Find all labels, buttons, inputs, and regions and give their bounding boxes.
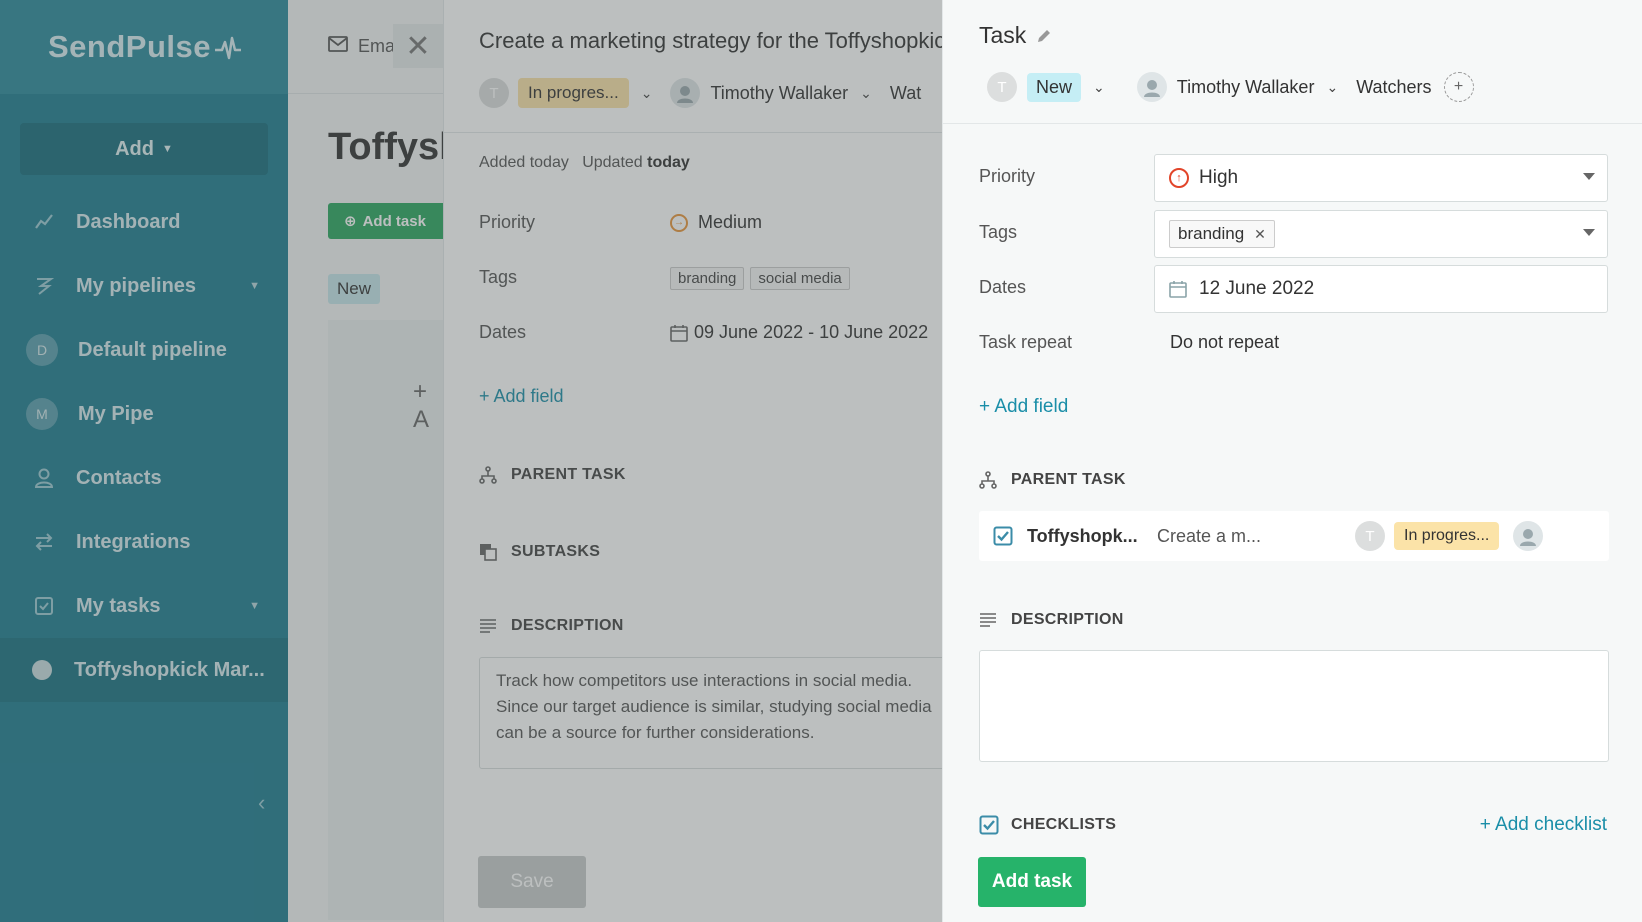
priority-high-icon: ↑ xyxy=(1169,168,1189,188)
add-checklist-link[interactable]: + Add checklist xyxy=(1480,814,1607,836)
new-task-panel: Task T New ⌄ Timothy Wallaker ⌄ Watchers… xyxy=(942,0,1642,922)
task-repeat-value[interactable]: Do not repeat xyxy=(1170,332,1279,353)
dates-label: Dates xyxy=(979,277,1027,297)
owner-name[interactable]: Timothy Wallaker xyxy=(1177,77,1315,98)
tag-chip: branding ✕ xyxy=(1169,220,1275,248)
new-task-status-row: T New ⌄ Timothy Wallaker ⌄ Watchers + xyxy=(987,72,1474,102)
add-task-button[interactable]: Add task xyxy=(978,857,1086,907)
calendar-icon xyxy=(1169,280,1187,298)
tags-select[interactable]: branding ✕ xyxy=(1154,210,1608,258)
parent-task-name: Toffyshopk... xyxy=(1027,525,1138,546)
assignee-avatar[interactable]: T xyxy=(987,72,1017,102)
add-field-link[interactable]: + Add field xyxy=(979,396,1068,418)
pencil-icon[interactable] xyxy=(1036,28,1052,44)
remove-tag-icon[interactable]: ✕ xyxy=(1254,226,1266,243)
watchers-label[interactable]: Watchers xyxy=(1356,77,1431,98)
hierarchy-icon xyxy=(979,471,999,489)
user-avatar xyxy=(1513,521,1544,551)
new-task-title[interactable]: Task xyxy=(979,22,1052,49)
priority-label: Priority xyxy=(979,166,1036,186)
parent-task-section: PARENT TASK xyxy=(979,471,1126,489)
parent-task-desc: Create a m... xyxy=(1157,525,1262,546)
description-textarea[interactable] xyxy=(979,650,1609,762)
description-section: DESCRIPTION xyxy=(979,611,1124,629)
checklists-section: CHECKLISTS xyxy=(979,815,1116,835)
dropdown-arrow-icon xyxy=(1583,229,1595,236)
chevron-down-icon[interactable]: ⌄ xyxy=(1326,79,1338,96)
add-watcher-icon[interactable]: + xyxy=(1443,72,1474,102)
parent-task-card[interactable]: Toffyshopk... Create a m... T In progres… xyxy=(979,511,1609,561)
new-task-header: Task T New ⌄ Timothy Wallaker ⌄ Watchers… xyxy=(943,0,1642,124)
modal-overlay[interactable] xyxy=(0,0,942,922)
assignee-avatar: T xyxy=(1355,521,1385,551)
task-repeat-label: Task repeat xyxy=(979,332,1073,352)
checkbox-checked-icon xyxy=(993,526,1013,546)
user-avatar xyxy=(1136,72,1167,102)
text-lines-icon xyxy=(979,612,999,628)
status-badge[interactable]: New xyxy=(1027,72,1082,102)
priority-select[interactable]: ↑ High xyxy=(1154,154,1608,202)
tags-label: Tags xyxy=(979,222,1018,242)
status-badge: In progres... xyxy=(1394,522,1500,550)
chevron-down-icon[interactable]: ⌄ xyxy=(1093,79,1105,96)
checkbox-checked-icon xyxy=(979,815,999,835)
dropdown-arrow-icon xyxy=(1583,173,1595,180)
dates-input[interactable]: 12 June 2022 xyxy=(1154,265,1608,313)
